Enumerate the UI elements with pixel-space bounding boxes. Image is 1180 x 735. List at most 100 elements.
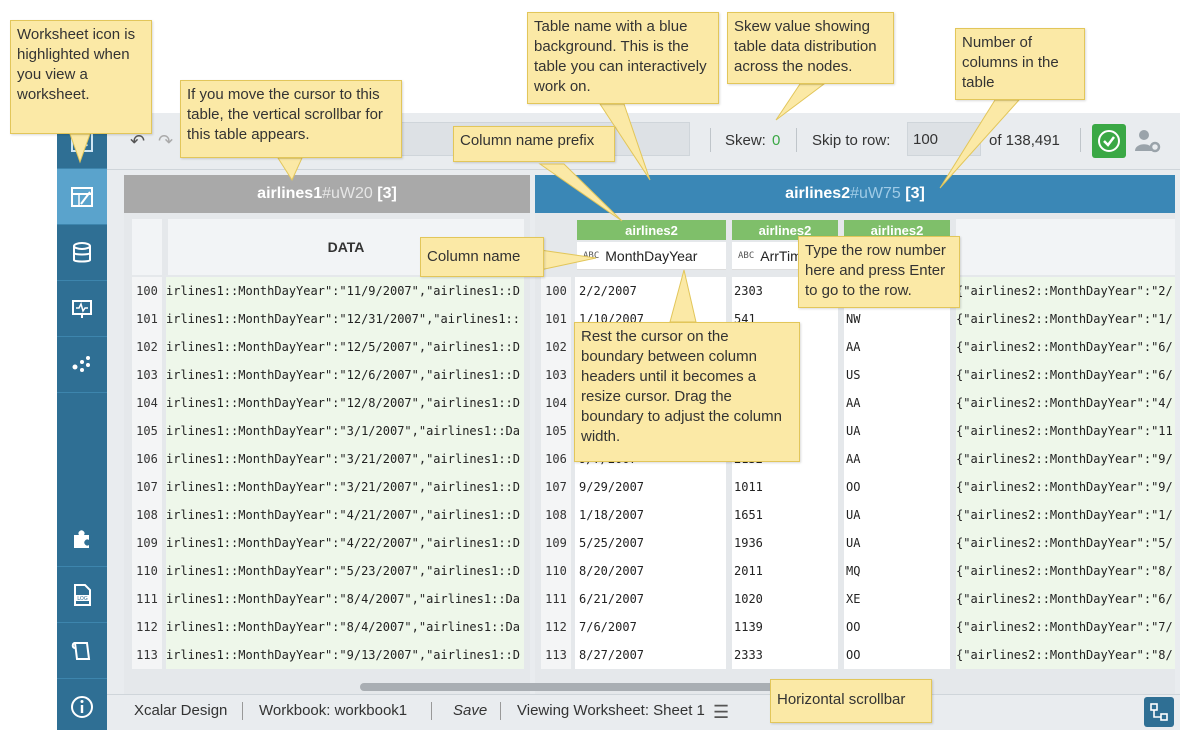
table-cell[interactable]: 1936 bbox=[732, 529, 838, 557]
data-cell[interactable]: {"airlines2::MonthDayYear":"1/ bbox=[956, 501, 1175, 529]
data-cell[interactable]: irlines1::MonthDayYear":"12/6/2007","air… bbox=[166, 361, 524, 389]
table-cell[interactable]: 8/20/2007 bbox=[575, 557, 726, 585]
callout-row-number: Type the row number here and press Enter… bbox=[798, 236, 960, 308]
data-cell[interactable]: irlines1::MonthDayYear":"12/5/2007","air… bbox=[166, 333, 524, 361]
data-cell[interactable]: irlines1::MonthDayYear":"5/23/2007","air… bbox=[166, 557, 524, 585]
table-cell[interactable]: US bbox=[844, 361, 950, 389]
table-cell[interactable]: 1/18/2007 bbox=[575, 501, 726, 529]
tutorial-icon[interactable] bbox=[57, 623, 107, 679]
dag-toggle-icon[interactable] bbox=[1144, 697, 1174, 727]
data-cell[interactable]: {"airlines2::MonthDayYear":"6/ bbox=[956, 585, 1175, 613]
table-cell[interactable]: AA bbox=[844, 445, 950, 473]
row-number: 102 bbox=[541, 333, 571, 361]
callout-num-columns: Number of columns in the table bbox=[955, 28, 1085, 100]
extensions-icon[interactable] bbox=[57, 511, 107, 567]
table-cell[interactable]: 1020 bbox=[732, 585, 838, 613]
data-cell[interactable]: {"airlines2::MonthDayYear":"7/ bbox=[956, 613, 1175, 641]
table-cell[interactable]: 1139 bbox=[732, 613, 838, 641]
table1-title[interactable]: airlines1 #uW20 [3] bbox=[124, 175, 530, 213]
divider bbox=[431, 702, 432, 720]
row-number: 106 bbox=[132, 445, 162, 473]
data-cell[interactable]: irlines1::MonthDayYear":"12/8/2007","air… bbox=[166, 389, 524, 417]
data-cell[interactable]: {"airlines2::MonthDayYear":"8/ bbox=[956, 641, 1175, 669]
skew-value[interactable]: 0 bbox=[772, 132, 780, 149]
data-cell[interactable]: irlines1::MonthDayYear":"9/13/2007","air… bbox=[166, 641, 524, 669]
table-cell[interactable]: XE bbox=[844, 585, 950, 613]
row-number: 112 bbox=[541, 613, 571, 641]
user-settings-icon[interactable] bbox=[1134, 128, 1162, 159]
table-cell[interactable]: OO bbox=[844, 473, 950, 501]
table-cell[interactable]: AA bbox=[844, 389, 950, 417]
table-cell[interactable]: 2333 bbox=[732, 641, 838, 669]
table-cell[interactable]: 6/21/2007 bbox=[575, 585, 726, 613]
data-cell[interactable]: {"airlines2::MonthDayYear":"11 bbox=[956, 417, 1175, 445]
table-cell[interactable]: 2/2/2007 bbox=[575, 277, 726, 305]
skip-to-row-label: Skip to row: bbox=[812, 132, 891, 149]
table-cell[interactable]: 8/27/2007 bbox=[575, 641, 726, 669]
table2-title[interactable]: airlines2 #uW75 [3] bbox=[535, 175, 1175, 213]
divider bbox=[710, 128, 711, 152]
row-number: 109 bbox=[132, 529, 162, 557]
data-cell[interactable]: {"airlines2::MonthDayYear":"8/ bbox=[956, 557, 1175, 585]
row-number: 102 bbox=[132, 333, 162, 361]
table-cell[interactable]: UA bbox=[844, 501, 950, 529]
horizontal-scrollbar[interactable] bbox=[360, 683, 780, 691]
table2-data-header[interactable] bbox=[956, 219, 1175, 275]
table-cell[interactable]: AA bbox=[844, 333, 950, 361]
skip-to-row-input[interactable]: 100 bbox=[907, 122, 981, 156]
row-number: 101 bbox=[541, 305, 571, 333]
data-cell[interactable]: {"airlines2::MonthDayYear":"6/ bbox=[956, 361, 1175, 389]
table-cell[interactable]: UA bbox=[844, 529, 950, 557]
divider bbox=[500, 702, 501, 720]
row-number: 106 bbox=[541, 445, 571, 473]
row-number: 111 bbox=[132, 585, 162, 613]
info-icon[interactable] bbox=[57, 679, 107, 735]
column-name: ArrTim bbox=[760, 247, 802, 264]
data-cell[interactable]: irlines1::MonthDayYear":"3/21/2007","air… bbox=[166, 473, 524, 501]
table-cell[interactable]: 1011 bbox=[732, 473, 838, 501]
status-check-icon[interactable] bbox=[1092, 124, 1126, 158]
data-cell[interactable]: {"airlines2::MonthDayYear":"2/ bbox=[956, 277, 1175, 305]
data-cell[interactable]: irlines1::MonthDayYear":"3/21/2007","air… bbox=[166, 445, 524, 473]
data-cell[interactable]: {"airlines2::MonthDayYear":"1/ bbox=[956, 305, 1175, 333]
data-cell[interactable]: irlines1::MonthDayYear":"8/4/2007","airl… bbox=[166, 613, 524, 641]
dataflow-icon[interactable] bbox=[57, 337, 107, 393]
worksheet-icon[interactable] bbox=[57, 169, 107, 225]
column-header-monthdayyear[interactable]: ABC MonthDayYear bbox=[577, 242, 726, 270]
data-cell[interactable]: irlines1::MonthDayYear":"11/9/2007","air… bbox=[166, 277, 524, 305]
table-cell[interactable]: 5/25/2007 bbox=[575, 529, 726, 557]
data-cell[interactable]: irlines1::MonthDayYear":"12/31/2007","ai… bbox=[166, 305, 524, 333]
data-cell[interactable]: {"airlines2::MonthDayYear":"9/ bbox=[956, 445, 1175, 473]
table-cell[interactable]: OO bbox=[844, 641, 950, 669]
table-cell[interactable]: 9/29/2007 bbox=[575, 473, 726, 501]
callout-skew: Skew value showing table data distributi… bbox=[727, 12, 894, 84]
table-cell[interactable]: 1651 bbox=[732, 501, 838, 529]
save-button[interactable]: Save bbox=[453, 702, 487, 719]
data-cell[interactable]: irlines1::MonthDayYear":"3/1/2007","airl… bbox=[166, 417, 524, 445]
undo-icon[interactable]: ↶ bbox=[130, 131, 145, 152]
data-cell[interactable]: {"airlines2::MonthDayYear":"6/ bbox=[956, 333, 1175, 361]
column-name: MonthDayYear bbox=[605, 247, 698, 264]
row-number: 104 bbox=[541, 389, 571, 417]
data-cell[interactable]: irlines1::MonthDayYear":"4/22/2007","air… bbox=[166, 529, 524, 557]
log-icon[interactable]: LOG bbox=[57, 567, 107, 623]
menu-icon[interactable]: ☰ bbox=[713, 702, 729, 723]
table-cell[interactable]: OO bbox=[844, 613, 950, 641]
redo-icon[interactable]: ↷ bbox=[158, 131, 173, 152]
table-cell[interactable]: MQ bbox=[844, 557, 950, 585]
callout-horizontal-scrollbar: Horizontal scrollbar bbox=[770, 679, 932, 723]
data-cell[interactable]: irlines1::MonthDayYear":"8/4/2007","airl… bbox=[166, 585, 524, 613]
data-cell[interactable]: irlines1::MonthDayYear":"4/21/2007","air… bbox=[166, 501, 524, 529]
datastore-icon[interactable] bbox=[57, 225, 107, 281]
table-cell[interactable]: 7/6/2007 bbox=[575, 613, 726, 641]
data-cell[interactable]: {"airlines2::MonthDayYear":"5/ bbox=[956, 529, 1175, 557]
workbook-name[interactable]: Workbook: workbook1 bbox=[259, 702, 407, 719]
data-cell[interactable]: {"airlines2::MonthDayYear":"4/ bbox=[956, 389, 1175, 417]
monitor-icon[interactable] bbox=[57, 281, 107, 337]
data-cell[interactable]: {"airlines2::MonthDayYear":"9/ bbox=[956, 473, 1175, 501]
table-cell[interactable]: NW bbox=[844, 305, 950, 333]
row-number: 107 bbox=[541, 473, 571, 501]
table-cell[interactable]: 2011 bbox=[732, 557, 838, 585]
callout-worksheet-icon: Worksheet icon is highlighted when you v… bbox=[10, 20, 152, 134]
table-cell[interactable]: UA bbox=[844, 417, 950, 445]
